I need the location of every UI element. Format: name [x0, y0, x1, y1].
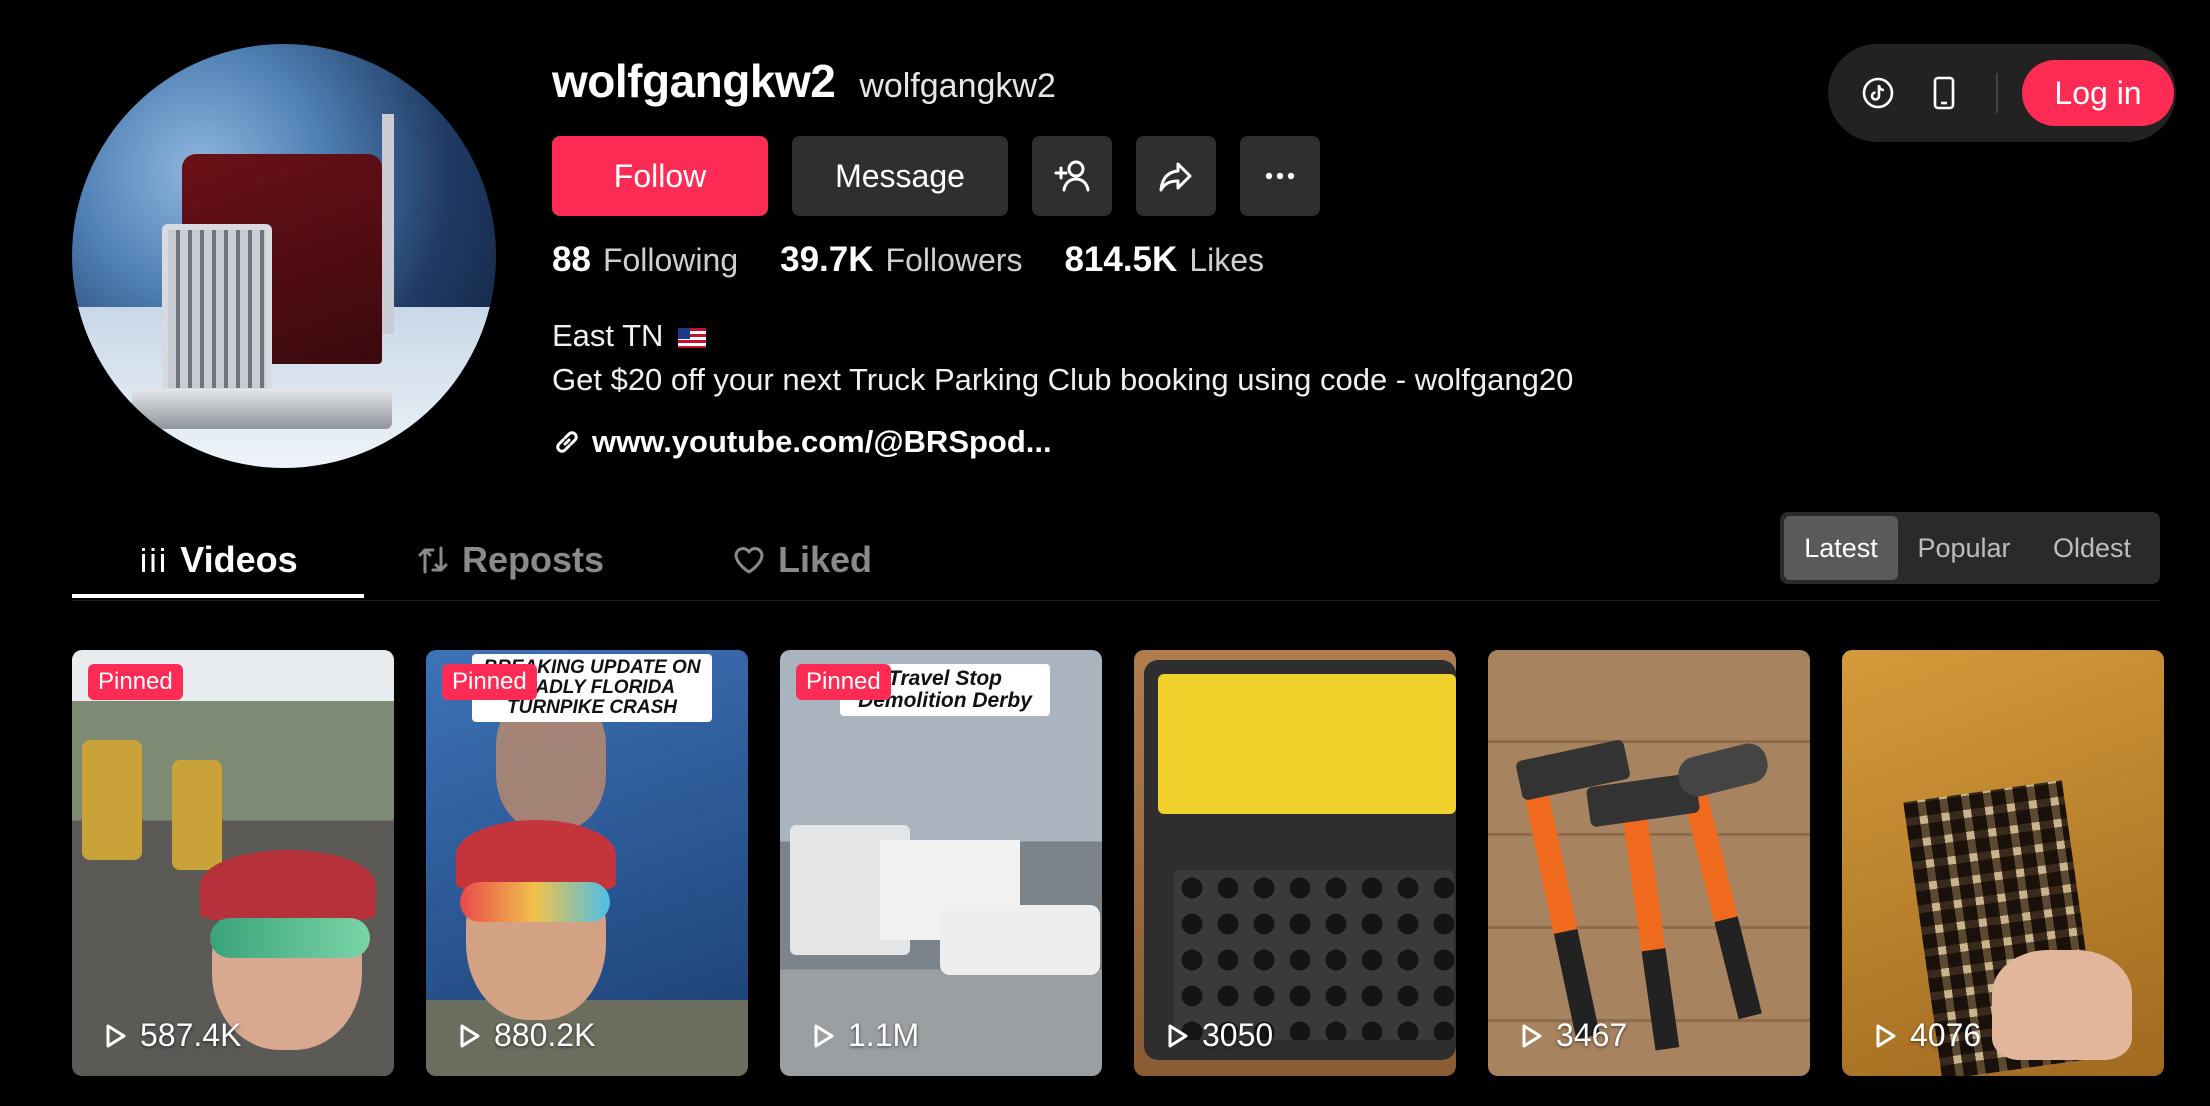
view-count: 1.1M [808, 1017, 919, 1054]
thumb-sunglasses [210, 918, 370, 958]
stat-likes: 814.5K Likes [1064, 240, 1264, 280]
view-count-text: 3467 [1556, 1017, 1628, 1053]
share-icon [1159, 162, 1192, 192]
grid-bars-icon [142, 548, 165, 572]
view-count-text: 3050 [1202, 1017, 1274, 1053]
play-icon [460, 1024, 480, 1047]
tab-liked[interactable]: Liked [656, 520, 948, 600]
add-friend-button[interactable] [1032, 136, 1112, 216]
video-card[interactable]: 3050 [1134, 650, 1456, 1076]
profile-page: wolfgangkw2 wolfgangkw2 Follow Message 8 [0, 0, 2210, 1106]
tab-liked-label: Liked [777, 539, 873, 580]
avatar-truck-bumper [132, 389, 392, 429]
view-count-text: 880.2K [494, 1017, 596, 1053]
tiktok-button[interactable] [1856, 71, 1900, 115]
add-user-icon [1054, 160, 1090, 192]
get-app-button[interactable] [1922, 71, 1966, 115]
sort-latest[interactable]: Latest [1784, 516, 1898, 580]
heart-outline-icon [734, 547, 764, 574]
link-icon [556, 431, 578, 453]
avatar-exhaust-stack [382, 114, 394, 334]
avatar[interactable] [72, 44, 496, 468]
thumb-case-label [1158, 674, 1456, 814]
video-card[interactable]: Travel Stop Demolition Derby Pinned 1.1M [780, 650, 1102, 1076]
stat-following[interactable]: 88 Following [552, 240, 738, 280]
stat-following-label: Following [602, 242, 739, 278]
thumb-pickup-truck [940, 905, 1100, 975]
play-icon [1876, 1024, 1896, 1047]
profile-stats: 88 Following 39.7K Followers 814.5K Like… [552, 240, 1264, 280]
play-icon [814, 1024, 834, 1047]
profile-actions: Follow Message [552, 136, 1320, 216]
phone-icon [1933, 76, 1955, 110]
thumb-firefighter [172, 760, 222, 870]
profile-link-text: www.youtube.com/@BRSpod... [592, 424, 1052, 459]
sort-oldest[interactable]: Oldest [2030, 516, 2154, 580]
video-grid: Pinned 587.4K BREAKING UPDATE ON DEADLY … [72, 650, 2164, 1076]
thumb-hammer-handle [1620, 799, 1680, 1051]
view-count-text: 587.4K [140, 1017, 242, 1053]
stat-followers[interactable]: 39.7K Followers [780, 240, 1022, 280]
view-count: 3467 [1516, 1017, 1627, 1054]
content-tabs: Videos Reposts Liked [72, 520, 948, 600]
stat-likes-label: Likes [1189, 242, 1265, 278]
stat-following-value: 88 [552, 240, 591, 279]
play-icon [106, 1024, 126, 1047]
thumb-hand [1992, 950, 2132, 1060]
video-card[interactable]: Pinned 587.4K [72, 650, 394, 1076]
view-count-text: 4076 [1910, 1017, 1982, 1053]
stat-followers-value: 39.7K [780, 240, 874, 279]
top-right-bar: Log in [1828, 44, 2176, 142]
thumb-sockets [1174, 870, 1454, 1040]
thumb-sunglasses [460, 882, 610, 922]
sort-toggle: Latest Popular Oldest [1780, 512, 2160, 584]
thumb-firefighter [82, 740, 142, 860]
video-card[interactable]: 3467 [1488, 650, 1810, 1076]
play-icon [1522, 1024, 1542, 1047]
tab-videos-label: Videos [180, 539, 298, 580]
follow-button[interactable]: Follow [552, 136, 768, 216]
tab-reposts[interactable]: Reposts [364, 520, 656, 600]
tab-videos[interactable]: Videos [72, 520, 364, 600]
view-count: 4076 [1870, 1017, 1981, 1054]
more-button[interactable] [1240, 136, 1320, 216]
tab-reposts-label: Reposts [461, 539, 605, 580]
pinned-badge: Pinned [88, 664, 183, 700]
us-flag-icon [678, 328, 707, 348]
login-button[interactable]: Log in [2022, 60, 2174, 126]
view-count: 587.4K [100, 1017, 241, 1054]
more-dots-icon [1265, 172, 1295, 180]
sort-popular[interactable]: Popular [1902, 516, 2026, 580]
thumb-hammer-head [1674, 739, 1772, 801]
nickname: wolfgangkw2 [859, 67, 1056, 105]
tiktok-logo-icon [1862, 77, 1894, 109]
stat-followers-label: Followers [885, 242, 1023, 278]
thumb-hat [456, 820, 616, 890]
bio-line-promo: Get $20 off your next Truck Parking Club… [552, 362, 1574, 397]
view-count: 880.2K [454, 1017, 595, 1054]
message-button[interactable]: Message [792, 136, 1008, 216]
video-card[interactable]: BREAKING UPDATE ON DEADLY FLORIDA TURNPI… [426, 650, 748, 1076]
view-count-text: 1.1M [848, 1017, 920, 1053]
play-icon [1168, 1024, 1188, 1047]
tabs-divider [72, 600, 2160, 601]
share-button[interactable] [1136, 136, 1216, 216]
thumb-hammer-handle [1520, 770, 1600, 1040]
profile-link[interactable]: www.youtube.com/@BRSpod... [552, 424, 1052, 460]
video-card[interactable]: 4076 [1842, 650, 2164, 1076]
username: wolfgangkw2 [552, 55, 836, 107]
pinned-badge: Pinned [442, 664, 537, 700]
bio-location-text: East TN [552, 318, 664, 353]
pinned-badge: Pinned [796, 664, 891, 700]
bio-line-location: East TN [552, 314, 1573, 358]
view-count: 3050 [1162, 1017, 1273, 1054]
repost-icon [418, 546, 448, 574]
active-tab-indicator [72, 594, 364, 598]
topbar-divider [1996, 73, 1998, 113]
name-row: wolfgangkw2 wolfgangkw2 [552, 54, 1056, 108]
stat-likes-value: 814.5K [1064, 240, 1178, 279]
bio: East TN Get $20 off your next Truck Park… [552, 314, 1573, 402]
avatar-truck-grill [162, 224, 272, 394]
thumb-hat [200, 850, 376, 920]
